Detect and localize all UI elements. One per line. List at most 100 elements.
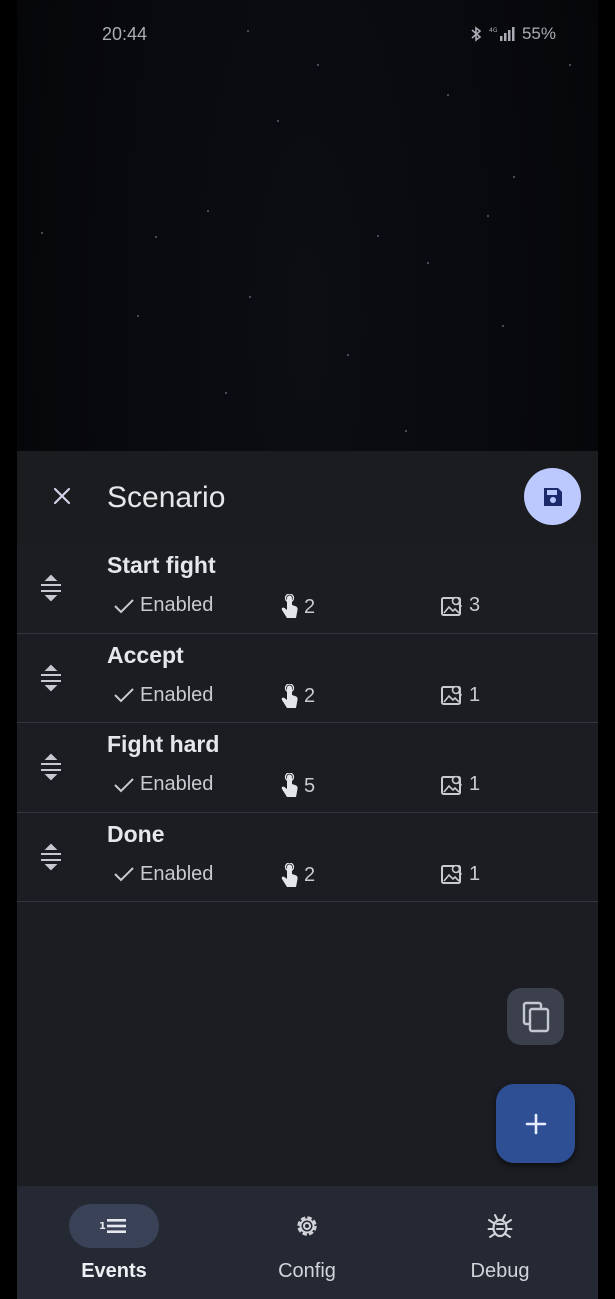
- image-search-icon: [441, 775, 463, 795]
- background-star: [225, 392, 227, 394]
- event-images: 1: [440, 684, 480, 707]
- image-search-icon: [441, 685, 463, 705]
- drag-handle-icon[interactable]: [37, 574, 65, 602]
- image-search-icon: [441, 596, 463, 616]
- signal-icon: 4G: [489, 27, 515, 41]
- background-star: [569, 64, 571, 66]
- background-star: [155, 236, 157, 238]
- background-star: [487, 215, 489, 217]
- event-clicks: 5: [279, 773, 315, 799]
- background-star: [41, 232, 43, 234]
- save-icon: [543, 487, 562, 506]
- bluetooth-icon: [471, 26, 482, 42]
- background-star: [347, 354, 349, 356]
- copy-button[interactable]: [507, 988, 564, 1045]
- status-icons: 4G 55%: [470, 24, 556, 44]
- nav-debug-label: Debug: [470, 1260, 530, 1282]
- background-star: [405, 430, 407, 432]
- check-icon: [114, 777, 134, 792]
- event-name: Start fight: [107, 552, 216, 578]
- event-images: 3: [440, 594, 480, 617]
- background-star: [377, 235, 379, 237]
- event-row[interactable]: Accept Enabled 2 1: [17, 634, 598, 723]
- svg-text:1: 1: [99, 1221, 106, 1232]
- close-button[interactable]: [47, 481, 77, 511]
- event-images: 1: [440, 773, 480, 796]
- nav-debug[interactable]: Debug: [430, 1204, 570, 1294]
- event-status-label: Enabled: [140, 862, 214, 885]
- bug-icon: [487, 1214, 513, 1238]
- sheet-title: Scenario: [107, 481, 226, 514]
- event-clicks-count: 2: [304, 685, 316, 707]
- close-icon: [53, 487, 71, 505]
- event-clicks-count: 5: [304, 774, 316, 797]
- touch-icon: [281, 683, 298, 708]
- event-status-label: Enabled: [140, 773, 214, 795]
- event-name: Fight hard: [107, 731, 220, 757]
- screen: 20:44 4G 55% Scenario Start fight Enable…: [17, 0, 598, 1299]
- status-time: 20:44: [102, 24, 148, 44]
- event-images-count: 1: [469, 862, 481, 885]
- touch-icon: [281, 773, 298, 797]
- add-icon: [525, 1113, 546, 1134]
- drag-handle-icon[interactable]: [37, 664, 65, 692]
- nav-events[interactable]: 1 Events: [44, 1204, 184, 1294]
- gear-icon: [297, 1216, 317, 1236]
- add-event-button[interactable]: [496, 1084, 575, 1163]
- background-star: [513, 176, 515, 178]
- background-star: [317, 64, 319, 66]
- event-images-count: 1: [469, 773, 481, 795]
- event-images: 1: [440, 863, 480, 886]
- device-frame: 20:44 4G 55% Scenario Start fight Enable…: [0, 0, 615, 1299]
- scenario-sheet: Scenario Start fight Enabled 2 3 Accept …: [17, 451, 598, 1299]
- save-button[interactable]: [524, 468, 581, 525]
- event-row[interactable]: Done Enabled 2 1: [17, 813, 598, 902]
- events-list-icon: 1: [99, 1219, 126, 1233]
- bottom-navigation: 1 Events Config Debug: [17, 1186, 598, 1299]
- check-icon: [114, 598, 134, 613]
- nav-config-label: Config: [278, 1260, 336, 1282]
- event-images-count: 3: [469, 594, 481, 616]
- event-clicks-count: 2: [304, 595, 316, 618]
- check-icon: [114, 867, 134, 882]
- touch-icon: [281, 862, 298, 887]
- event-clicks: 2: [279, 683, 316, 710]
- event-row[interactable]: Fight hard Enabled 5 1: [17, 723, 598, 813]
- event-clicks-count: 2: [304, 864, 316, 886]
- touch-icon: [281, 594, 298, 618]
- background-star: [207, 210, 209, 212]
- drag-handle-icon[interactable]: [37, 843, 65, 871]
- background-star: [427, 262, 429, 264]
- drag-handle-icon[interactable]: [37, 753, 65, 781]
- event-status-label: Enabled: [140, 594, 214, 616]
- nav-debug-indicator: [455, 1204, 545, 1248]
- battery-level: 55%: [521, 24, 556, 43]
- event-name: Done: [107, 820, 165, 847]
- events-list: Start fight Enabled 2 3 Accept Enabled 2…: [17, 544, 598, 902]
- background-star: [249, 296, 251, 298]
- event-clicks: 2: [279, 862, 316, 889]
- sheet-header: Scenario: [17, 451, 598, 544]
- image-search-icon: [441, 864, 463, 884]
- event-images-count: 1: [469, 683, 481, 706]
- event-status-label: Enabled: [140, 683, 214, 706]
- nav-events-indicator: 1: [69, 1204, 159, 1248]
- background-star: [502, 325, 504, 327]
- nav-config[interactable]: Config: [237, 1204, 377, 1294]
- check-icon: [114, 688, 134, 703]
- nav-events-label: Events: [81, 1260, 147, 1282]
- event-status: Enabled: [113, 863, 213, 886]
- event-name: Accept: [107, 641, 184, 668]
- svg-text:4G: 4G: [489, 27, 498, 34]
- event-status: Enabled: [113, 773, 213, 796]
- background-star: [447, 94, 449, 96]
- copy-icon: [522, 1001, 549, 1032]
- event-status: Enabled: [113, 594, 213, 617]
- background-star: [247, 30, 249, 32]
- event-row[interactable]: Start fight Enabled 2 3: [17, 544, 598, 634]
- event-status: Enabled: [113, 684, 213, 707]
- background-star: [277, 120, 279, 122]
- nav-config-indicator: [262, 1204, 352, 1248]
- event-clicks: 2: [279, 594, 315, 620]
- background-star: [137, 315, 139, 317]
